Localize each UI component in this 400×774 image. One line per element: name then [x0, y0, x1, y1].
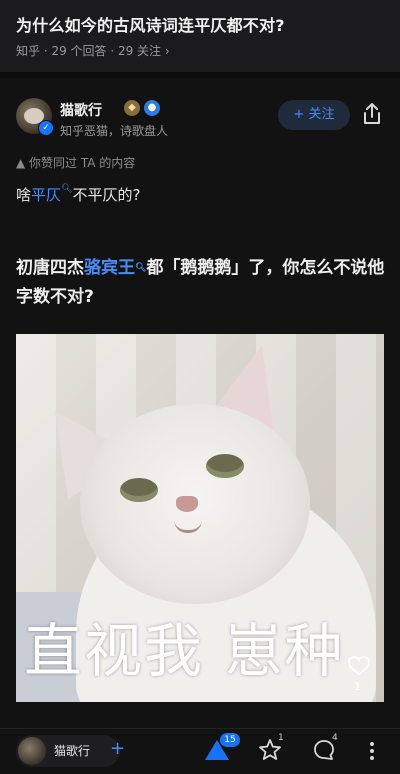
upvote-count: 15: [220, 733, 240, 747]
search-icon: 🔍︎: [135, 263, 147, 273]
topic-link-pingze[interactable]: 平仄: [31, 186, 61, 204]
image-caption: 直视我 崽种: [24, 617, 345, 685]
answer-image[interactable]: 直视我 崽种 1: [16, 334, 384, 702]
creator-badge-icon: ●: [144, 100, 160, 116]
heart-icon[interactable]: [348, 656, 370, 676]
answer-line-2: 初唐四杰骆宾王🔍︎都「鹅鹅鹅」了，你怎么不说他字数不对?: [16, 258, 385, 307]
bottom-action-bar: 猫歌行 + 15 1 4: [0, 728, 400, 774]
answer-line-1: 啥平仄🔍︎不平仄的?: [16, 184, 141, 204]
level-badge-icon: ◆: [124, 100, 140, 116]
liked-note: ▲ 你赞同过 TA 的内容: [16, 156, 136, 170]
cat-eye-left: [120, 478, 158, 502]
author-row: ✓ 猫歌行 ◆ ● 知乎恶猫，诗歌盘人 + 关注: [16, 96, 386, 140]
topic-link-luobinwang[interactable]: 骆宾王: [84, 258, 135, 278]
bottom-author-avatar: [18, 737, 46, 765]
more-icon[interactable]: [366, 739, 378, 763]
verified-icon: ✓: [38, 120, 54, 136]
question-meta[interactable]: 知乎 · 29 个回答 · 29 关注 ›: [16, 42, 170, 59]
share-icon[interactable]: [361, 102, 383, 126]
follow-button[interactable]: + 关注: [278, 100, 350, 130]
follow-plus-icon[interactable]: +: [110, 738, 125, 759]
search-icon: 🔍︎: [61, 184, 73, 194]
favorite-count: 1: [278, 733, 284, 743]
bottom-author-chip[interactable]: 猫歌行 +: [16, 735, 125, 767]
image-like-count: 1: [354, 680, 361, 693]
question-header[interactable]: 为什么如今的古风诗词连平仄都不对? 知乎 · 29 个回答 · 29 关注 ›: [0, 0, 400, 72]
author-name[interactable]: 猫歌行: [60, 100, 102, 120]
bottom-author-name: 猫歌行: [54, 744, 91, 758]
comment-count: 4: [332, 733, 338, 743]
cat-eye-right: [206, 454, 244, 478]
cat-nose: [176, 496, 198, 512]
section-divider: [0, 72, 400, 78]
author-bio: 知乎恶猫，诗歌盘人: [60, 124, 169, 138]
question-title[interactable]: 为什么如今的古风诗词连平仄都不对?: [16, 12, 285, 36]
